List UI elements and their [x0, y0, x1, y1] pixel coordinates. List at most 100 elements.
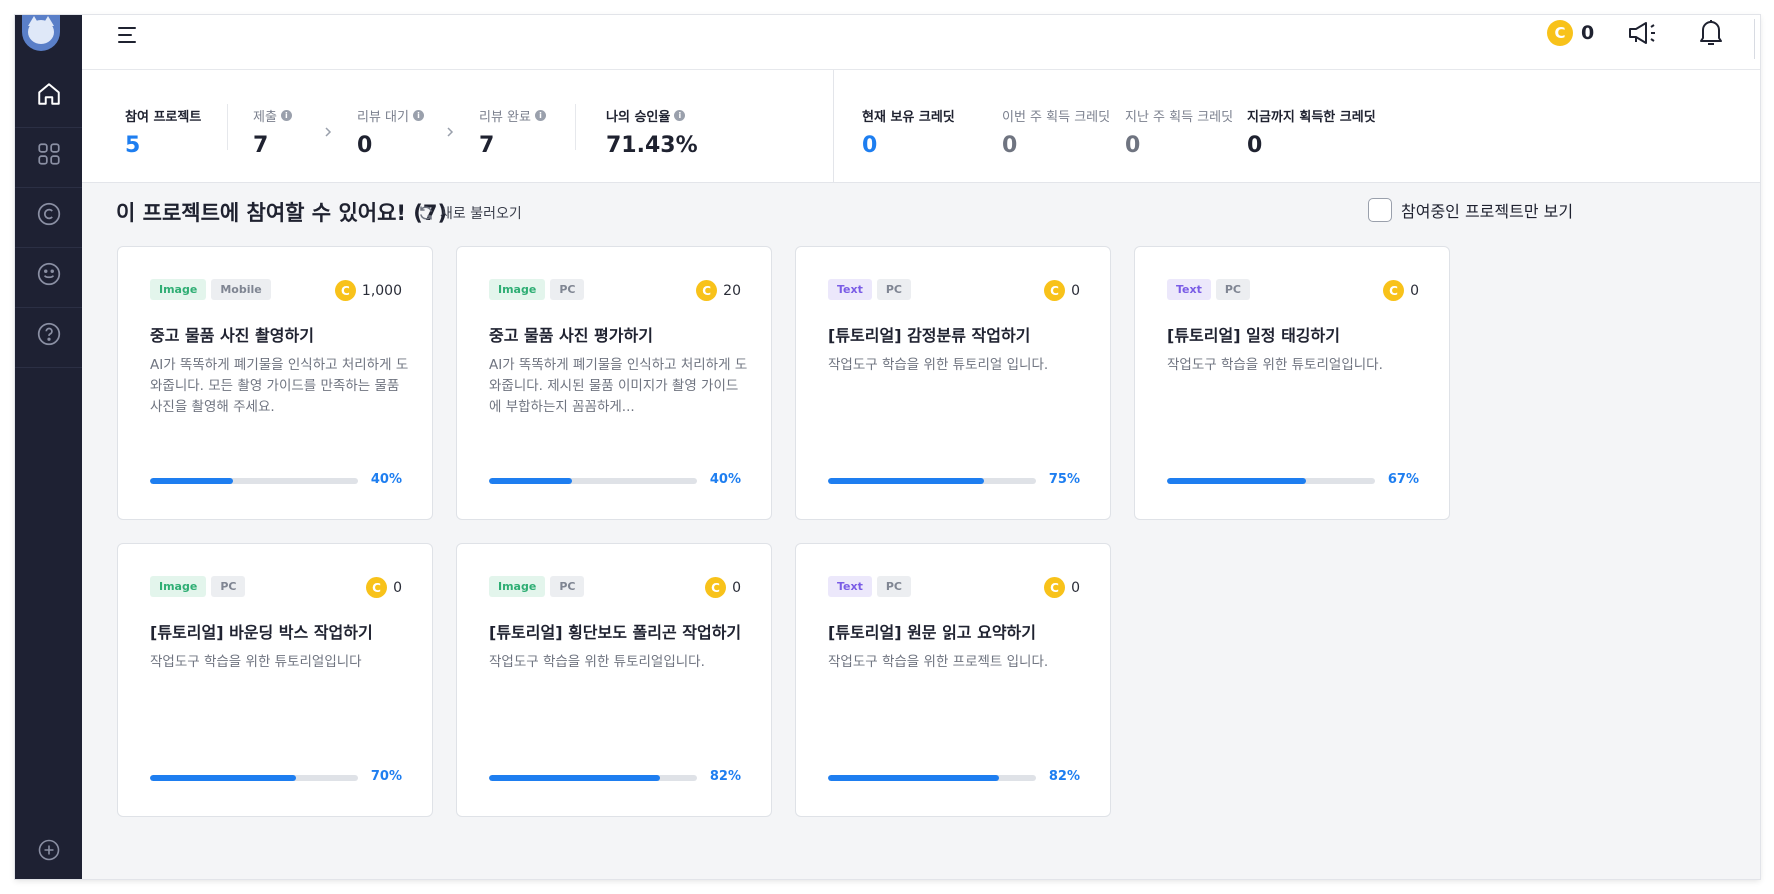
progress-label: 82%	[709, 769, 741, 784]
sidebar	[15, 15, 82, 879]
progress-fill	[150, 775, 296, 781]
megaphone-icon[interactable]	[1627, 19, 1659, 47]
project-card[interactable]: Text PC C 0 [튜토리얼] 일정 태깅하기 작업도구 학습을 위한 튜…	[1134, 246, 1450, 520]
app-window: C 0 참여 프로젝트 5 제출 i 7 리뷰 대기 i 0 리뷰 완료 i 7 나의…	[15, 15, 1760, 879]
progress-bar	[489, 775, 697, 781]
credit-balance[interactable]: C 0	[1547, 18, 1594, 48]
sidebar-item-profile[interactable]	[15, 241, 82, 308]
type-tag: Image	[150, 576, 207, 597]
stat-value: 0	[1125, 133, 1141, 158]
hamburger-menu-icon[interactable]	[115, 23, 139, 47]
sidebar-item-credit[interactable]	[15, 181, 82, 248]
sidebar-item-help[interactable]	[15, 301, 82, 368]
smile-icon	[37, 262, 60, 286]
progress-label: 67%	[1387, 472, 1419, 487]
card-description: AI가 똑똑하게 폐기물을 인식하고 처리하게 도와줍니다. 모든 촬영 가이드…	[150, 357, 409, 415]
progress-label: 70%	[370, 769, 402, 784]
coin-icon: C	[1383, 280, 1405, 301]
card-title: [튜토리얼] 횡단보도 폴리곤 작업하기	[489, 623, 742, 642]
participating-only-checkbox[interactable]	[1368, 198, 1392, 222]
progress-fill	[489, 775, 660, 781]
coin-icon: C	[696, 280, 718, 301]
progress-label: 40%	[709, 472, 741, 487]
card-description: AI가 똑똑하게 폐기물을 인식하고 처리하게 도와줍니다. 제시된 물품 이미…	[489, 357, 748, 415]
project-card[interactable]: Image Mobile C 1,000 중고 물품 사진 촬영하기 AI가 똑…	[117, 246, 433, 520]
copyright-icon	[37, 202, 60, 226]
info-icon[interactable]: i	[280, 110, 292, 121]
bell-icon[interactable]	[1697, 17, 1725, 47]
coin-icon: C	[705, 577, 727, 598]
stat-value: 71.43%	[606, 133, 698, 158]
stat-label: 제출	[253, 110, 277, 125]
progress-fill	[1167, 478, 1307, 484]
platform-tag: PC	[550, 576, 585, 597]
type-tag: Text	[828, 576, 872, 597]
type-tag: Image	[489, 279, 546, 300]
sidebar-item-projects[interactable]	[15, 121, 82, 188]
stat-participating: 참여 프로젝트 5	[125, 106, 201, 158]
card-title: 중고 물품 사진 촬영하기	[150, 326, 314, 345]
project-card[interactable]: Image PC C 0 [튜토리얼] 횡단보도 폴리곤 작업하기 작업도구 학…	[456, 543, 772, 817]
stat-review-pending: 리뷰 대기 i 0	[357, 106, 424, 158]
reload-button[interactable]: 새로 불러오기	[418, 203, 522, 223]
project-card[interactable]: Text PC C 0 [튜토리얼] 원문 읽고 요약하기 작업도구 학습을 위…	[795, 543, 1111, 817]
sidebar-item-home[interactable]	[15, 61, 82, 128]
stat-review-done: 리뷰 완료 i 7	[479, 106, 546, 158]
info-icon[interactable]: i	[412, 110, 424, 121]
stat-value: 0	[1247, 133, 1263, 158]
stat-credit-current: 현재 보유 크레딧 0	[862, 106, 955, 158]
stat-label: 참여 프로젝트	[125, 110, 202, 125]
divider	[1754, 19, 1755, 59]
card-title: [튜토리얼] 원문 읽고 요약하기	[828, 623, 1036, 642]
stat-label: 이번 주 획득 크레딧	[1002, 110, 1111, 125]
stat-value: 7	[253, 133, 269, 158]
platform-tag: PC	[876, 576, 911, 597]
progress-bar	[489, 478, 697, 484]
progress-fill	[489, 478, 573, 484]
type-tag: Image	[150, 279, 207, 300]
platform-tag: PC	[1215, 279, 1250, 300]
reward: C 0	[1383, 280, 1419, 301]
stat-value: 7	[479, 133, 495, 158]
card-title: [튜토리얼] 일정 태깅하기	[1167, 326, 1340, 345]
divider	[833, 70, 834, 182]
reward-value: 20	[723, 282, 741, 299]
platform-tag: PC	[211, 576, 246, 597]
stat-label: 리뷰 완료	[479, 110, 531, 125]
stat-label: 지난 주 획득 크레딧	[1125, 110, 1234, 125]
credit-balance-value: 0	[1581, 22, 1595, 44]
reward-value: 0	[732, 579, 741, 596]
card-title: 중고 물품 사진 평가하기	[489, 326, 653, 345]
chevron-right-icon	[447, 127, 454, 137]
project-card[interactable]: Image PC C 20 중고 물품 사진 평가하기 AI가 똑똑하게 폐기물…	[456, 246, 772, 520]
card-description: 작업도구 학습을 위한 튜토리얼입니다.	[489, 654, 705, 670]
stat-value: 0	[357, 133, 373, 158]
reward: C 0	[705, 577, 741, 598]
reward-value: 0	[1410, 282, 1419, 299]
info-icon[interactable]: i	[674, 110, 686, 121]
reward-value: 0	[1071, 579, 1080, 596]
progress-fill	[828, 775, 999, 781]
progress-label: 75%	[1048, 472, 1080, 487]
reward: C 0	[366, 577, 402, 598]
stat-label: 지금까지 획득한 크레딧	[1247, 110, 1376, 125]
card-description: 작업도구 학습을 위한 튜토리얼입니다.	[1167, 357, 1383, 373]
participating-filter[interactable]: 참여중인 프로젝트만 보기	[1368, 198, 1573, 222]
info-icon[interactable]: i	[534, 110, 546, 121]
cat-logo-icon[interactable]	[22, 15, 60, 51]
stat-label: 현재 보유 크레딧	[862, 110, 955, 125]
add-button[interactable]	[15, 830, 82, 870]
refresh-icon	[420, 206, 432, 220]
project-card[interactable]: Text PC C 0 [튜토리얼] 감정분류 작업하기 작업도구 학습을 위한…	[795, 246, 1111, 520]
card-description: 작업도구 학습을 위한 튜토리얼입니다	[150, 654, 362, 670]
project-card[interactable]: Image PC C 0 [튜토리얼] 바운딩 박스 작업하기 작업도구 학습을…	[117, 543, 433, 817]
question-icon	[37, 322, 60, 346]
reward: C 1,000	[334, 280, 402, 301]
coin-icon: C	[334, 280, 356, 301]
progress-label: 82%	[1048, 769, 1080, 784]
platform-tag: PC	[876, 279, 911, 300]
coin-icon: C	[1044, 280, 1066, 301]
stats-bar: 참여 프로젝트 5 제출 i 7 리뷰 대기 i 0 리뷰 완료 i 7 나의 승인율…	[82, 70, 1760, 183]
reload-label: 새로 불러오기	[440, 206, 522, 222]
stat-value: 0	[862, 133, 878, 158]
